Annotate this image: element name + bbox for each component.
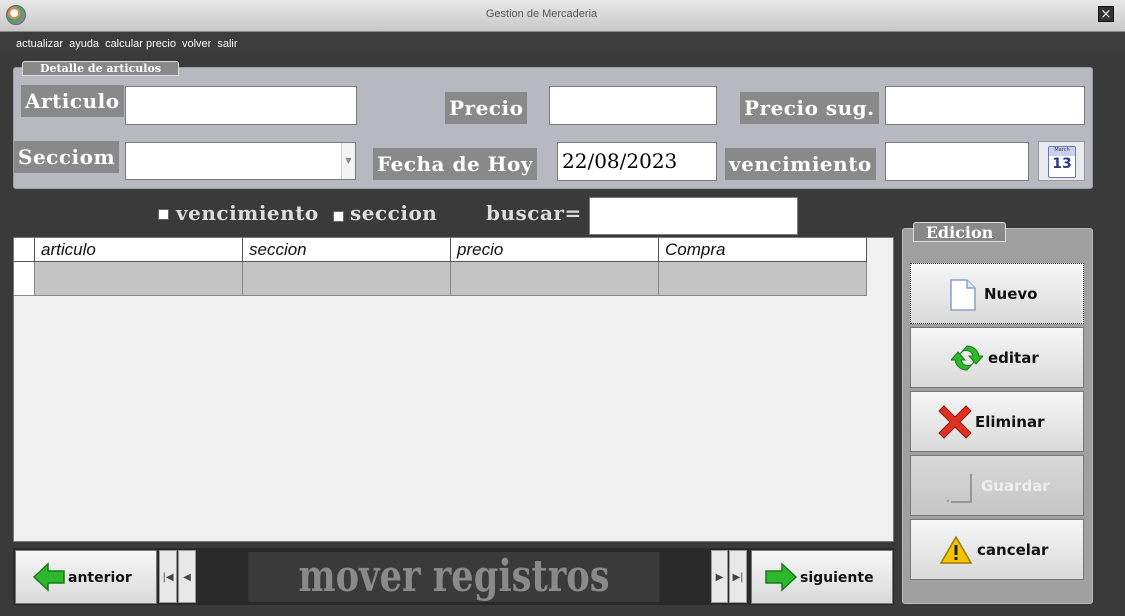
mover-registros-label: mover registros xyxy=(248,552,660,602)
precio-sugerido-input[interactable] xyxy=(885,86,1085,125)
edicion-panel-tab: Edicion xyxy=(913,222,1006,242)
column-header-articulo[interactable]: articulo xyxy=(35,238,243,262)
grid-corner xyxy=(14,238,35,262)
menu-item-actualizar[interactable]: actualizar xyxy=(16,38,63,50)
eliminar-button[interactable]: Eliminar xyxy=(910,391,1084,452)
editar-label: editar xyxy=(988,349,1039,367)
seccion-combobox[interactable]: ▼ xyxy=(125,142,356,180)
save-icon xyxy=(947,474,972,503)
column-header-precio[interactable]: precio xyxy=(451,238,659,262)
anterior-label: anterior xyxy=(68,570,132,586)
seccion-label: Secciom xyxy=(14,141,120,173)
seccion-checkbox[interactable] xyxy=(333,211,344,222)
guardar-label: Guardar xyxy=(981,477,1050,495)
chevron-down-icon[interactable]: ▼ xyxy=(341,143,355,179)
calendar-button[interactable]: March 13 xyxy=(1038,141,1085,181)
precio-label: Precio xyxy=(445,92,528,124)
editar-button[interactable]: editar xyxy=(910,327,1084,388)
fecha-label: Fecha de Hoy xyxy=(373,148,537,180)
precio-input[interactable] xyxy=(549,86,717,125)
menu-item-calcular-precio[interactable]: calcular precio xyxy=(105,38,176,50)
table-cell[interactable] xyxy=(35,262,243,296)
delete-x-icon xyxy=(938,405,972,439)
menu-item-volver[interactable]: volver xyxy=(182,38,211,50)
warning-icon xyxy=(939,535,973,564)
calendar-month: March xyxy=(1049,147,1075,156)
table-cell[interactable] xyxy=(659,262,867,296)
articles-grid[interactable]: articulo seccion precio Compra xyxy=(13,237,894,542)
close-button[interactable]: × xyxy=(1098,6,1114,22)
vencimiento-filter-label: vencimiento xyxy=(172,197,323,229)
arrow-right-icon xyxy=(765,562,798,592)
menu-item-ayuda[interactable]: ayuda xyxy=(69,38,99,50)
new-document-icon xyxy=(950,279,976,311)
guardar-button[interactable]: Guardar xyxy=(910,455,1084,516)
detail-panel-tab: Detalle de articulos xyxy=(22,61,179,76)
nuevo-label: Nuevo xyxy=(984,285,1038,303)
vencimiento-label: vencimiento xyxy=(725,148,876,180)
arrow-left-icon xyxy=(32,562,65,592)
menu-item-salir[interactable]: salir xyxy=(217,38,237,50)
row-selector[interactable] xyxy=(14,262,35,296)
eliminar-label: Eliminar xyxy=(975,413,1045,431)
seccion-filter-label: seccion xyxy=(346,197,442,229)
siguiente-label: siguiente xyxy=(800,570,874,586)
vencimiento-checkbox[interactable] xyxy=(158,209,169,220)
cancelar-button[interactable]: cancelar xyxy=(910,519,1084,580)
fecha-field[interactable]: 22/08/2023 xyxy=(557,142,717,181)
column-header-compra[interactable]: Compra xyxy=(659,238,867,262)
window-title: Gestion de Mercaderia xyxy=(485,8,598,20)
table-cell[interactable] xyxy=(243,262,451,296)
calendar-icon: March 13 xyxy=(1048,146,1076,178)
vencimiento-input[interactable] xyxy=(885,142,1029,181)
first-record-button[interactable]: |◀ xyxy=(159,550,177,603)
articulo-input[interactable] xyxy=(125,86,357,125)
cancelar-label: cancelar xyxy=(977,541,1049,559)
refresh-icon xyxy=(951,345,983,371)
anterior-button[interactable]: anterior xyxy=(15,550,157,604)
next-record-button[interactable]: ▶ xyxy=(711,550,728,603)
previous-record-button[interactable]: ◀ xyxy=(178,550,196,603)
buscar-input[interactable] xyxy=(589,197,798,235)
column-header-seccion[interactable]: seccion xyxy=(243,238,451,262)
precio-sugerido-label: Precio sug. xyxy=(740,92,879,124)
nuevo-button[interactable]: Nuevo xyxy=(910,263,1084,324)
calendar-day: 13 xyxy=(1052,156,1072,172)
table-cell[interactable] xyxy=(451,262,659,296)
siguiente-button[interactable]: siguiente xyxy=(751,550,893,604)
last-record-button[interactable]: ▶| xyxy=(729,550,747,603)
buscar-label: buscar= xyxy=(482,197,586,229)
articulo-label: Articulo xyxy=(21,85,124,117)
menu-bar: actualizar ayuda calcular precio volver sali… xyxy=(0,32,1125,52)
